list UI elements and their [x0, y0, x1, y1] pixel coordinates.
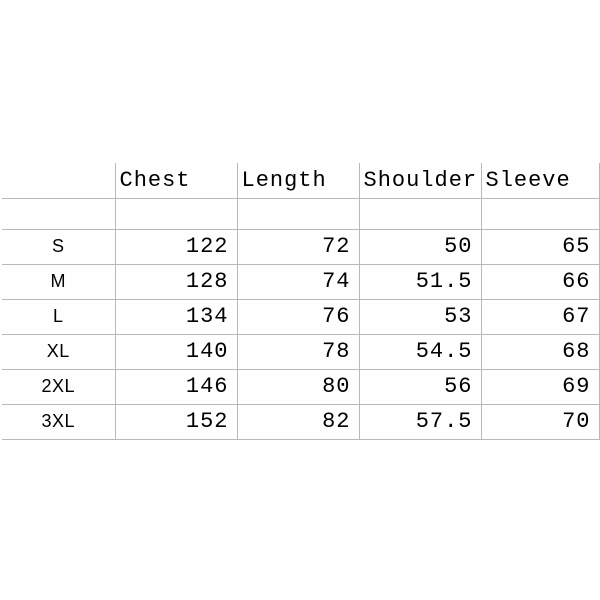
cell-chest: 128 [115, 264, 237, 299]
cell-shoulder: 56 [359, 369, 481, 404]
cell-sleeve: 69 [481, 369, 599, 404]
size-label: L [2, 299, 115, 334]
spacer-row [2, 198, 599, 229]
cell-chest: 152 [115, 404, 237, 439]
header-row: Chest Length Shoulder Sleeve [2, 163, 599, 198]
cell-shoulder: 53 [359, 299, 481, 334]
cell-length: 78 [237, 334, 359, 369]
cell-sleeve: 68 [481, 334, 599, 369]
cell-length: 80 [237, 369, 359, 404]
header-sleeve: Sleeve [481, 163, 599, 198]
cell-chest: 122 [115, 229, 237, 264]
cell-shoulder: 54.5 [359, 334, 481, 369]
size-label: M [2, 264, 115, 299]
size-label: 3XL [2, 404, 115, 439]
cell-length: 74 [237, 264, 359, 299]
header-chest: Chest [115, 163, 237, 198]
cell-sleeve: 66 [481, 264, 599, 299]
cell-chest: 134 [115, 299, 237, 334]
cell-chest: 140 [115, 334, 237, 369]
header-length: Length [237, 163, 359, 198]
header-shoulder: Shoulder [359, 163, 481, 198]
cell-shoulder: 57.5 [359, 404, 481, 439]
table-row: S 122 72 50 65 [2, 229, 599, 264]
size-label: XL [2, 334, 115, 369]
cell-chest: 146 [115, 369, 237, 404]
cell-length: 76 [237, 299, 359, 334]
size-chart-table: Chest Length Shoulder Sleeve S 122 72 50… [2, 163, 600, 440]
table-row: 3XL 152 82 57.5 70 [2, 404, 599, 439]
header-size [2, 163, 115, 198]
cell-sleeve: 67 [481, 299, 599, 334]
table-row: 2XL 146 80 56 69 [2, 369, 599, 404]
table-row: XL 140 78 54.5 68 [2, 334, 599, 369]
table-row: M 128 74 51.5 66 [2, 264, 599, 299]
cell-length: 82 [237, 404, 359, 439]
size-label: S [2, 229, 115, 264]
cell-length: 72 [237, 229, 359, 264]
cell-shoulder: 51.5 [359, 264, 481, 299]
cell-sleeve: 70 [481, 404, 599, 439]
table-row: L 134 76 53 67 [2, 299, 599, 334]
size-label: 2XL [2, 369, 115, 404]
cell-sleeve: 65 [481, 229, 599, 264]
cell-shoulder: 50 [359, 229, 481, 264]
